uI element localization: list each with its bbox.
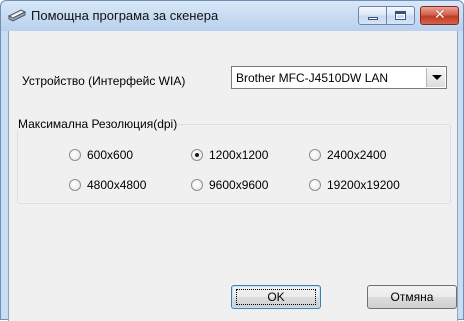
radio-circle-selected[interactable] bbox=[191, 149, 203, 161]
device-dropdown[interactable]: Brother MFC-J4510DW LAN bbox=[231, 66, 447, 89]
radio-circle[interactable] bbox=[309, 179, 321, 191]
focus-rectangle bbox=[236, 289, 316, 305]
radio-label: 4800x4800 bbox=[87, 178, 147, 192]
radio-label: 600x600 bbox=[87, 148, 134, 162]
radio-circle[interactable] bbox=[69, 179, 81, 191]
resolution-groupbox bbox=[17, 124, 451, 204]
minimize-icon bbox=[368, 17, 378, 20]
device-label: Устройство (Интерфейс WIA) bbox=[22, 74, 186, 88]
radio-label: 2400x2400 bbox=[327, 148, 387, 162]
scanner-icon bbox=[7, 9, 27, 22]
radio-label: 19200x19200 bbox=[327, 178, 400, 192]
minimize-button[interactable] bbox=[358, 6, 387, 25]
maximize-button[interactable] bbox=[387, 6, 415, 25]
dialog-body: Устройство (Интерфейс WIA) Brother MFC-J… bbox=[8, 31, 458, 321]
radio-circle[interactable] bbox=[69, 149, 81, 161]
window-title: Помощна програма за скенера bbox=[31, 8, 219, 23]
radio-circle[interactable] bbox=[191, 179, 203, 191]
device-selected-value: Brother MFC-J4510DW LAN bbox=[236, 71, 389, 85]
radio-label: 9600x9600 bbox=[209, 178, 269, 192]
chevron-down-icon bbox=[432, 75, 442, 80]
radio-circle[interactable] bbox=[309, 149, 321, 161]
cancel-button[interactable]: Отмяна bbox=[367, 285, 457, 309]
radio-label: 1200x1200 bbox=[209, 148, 269, 162]
resolution-group-title: Максимална Резолюция(dpi) bbox=[17, 117, 179, 131]
title-bar[interactable]: Помощна програма за скенера ✕ bbox=[1, 1, 463, 31]
close-button[interactable]: ✕ bbox=[420, 6, 459, 25]
cancel-button-label: Отмяна bbox=[390, 290, 434, 304]
ok-button[interactable]: OK bbox=[231, 285, 321, 309]
dropdown-button[interactable] bbox=[426, 68, 445, 87]
maximize-icon bbox=[395, 11, 406, 20]
dialog-window: Помощна програма за скенера ✕ Устройство… bbox=[0, 0, 464, 321]
close-icon: ✕ bbox=[434, 7, 446, 23]
